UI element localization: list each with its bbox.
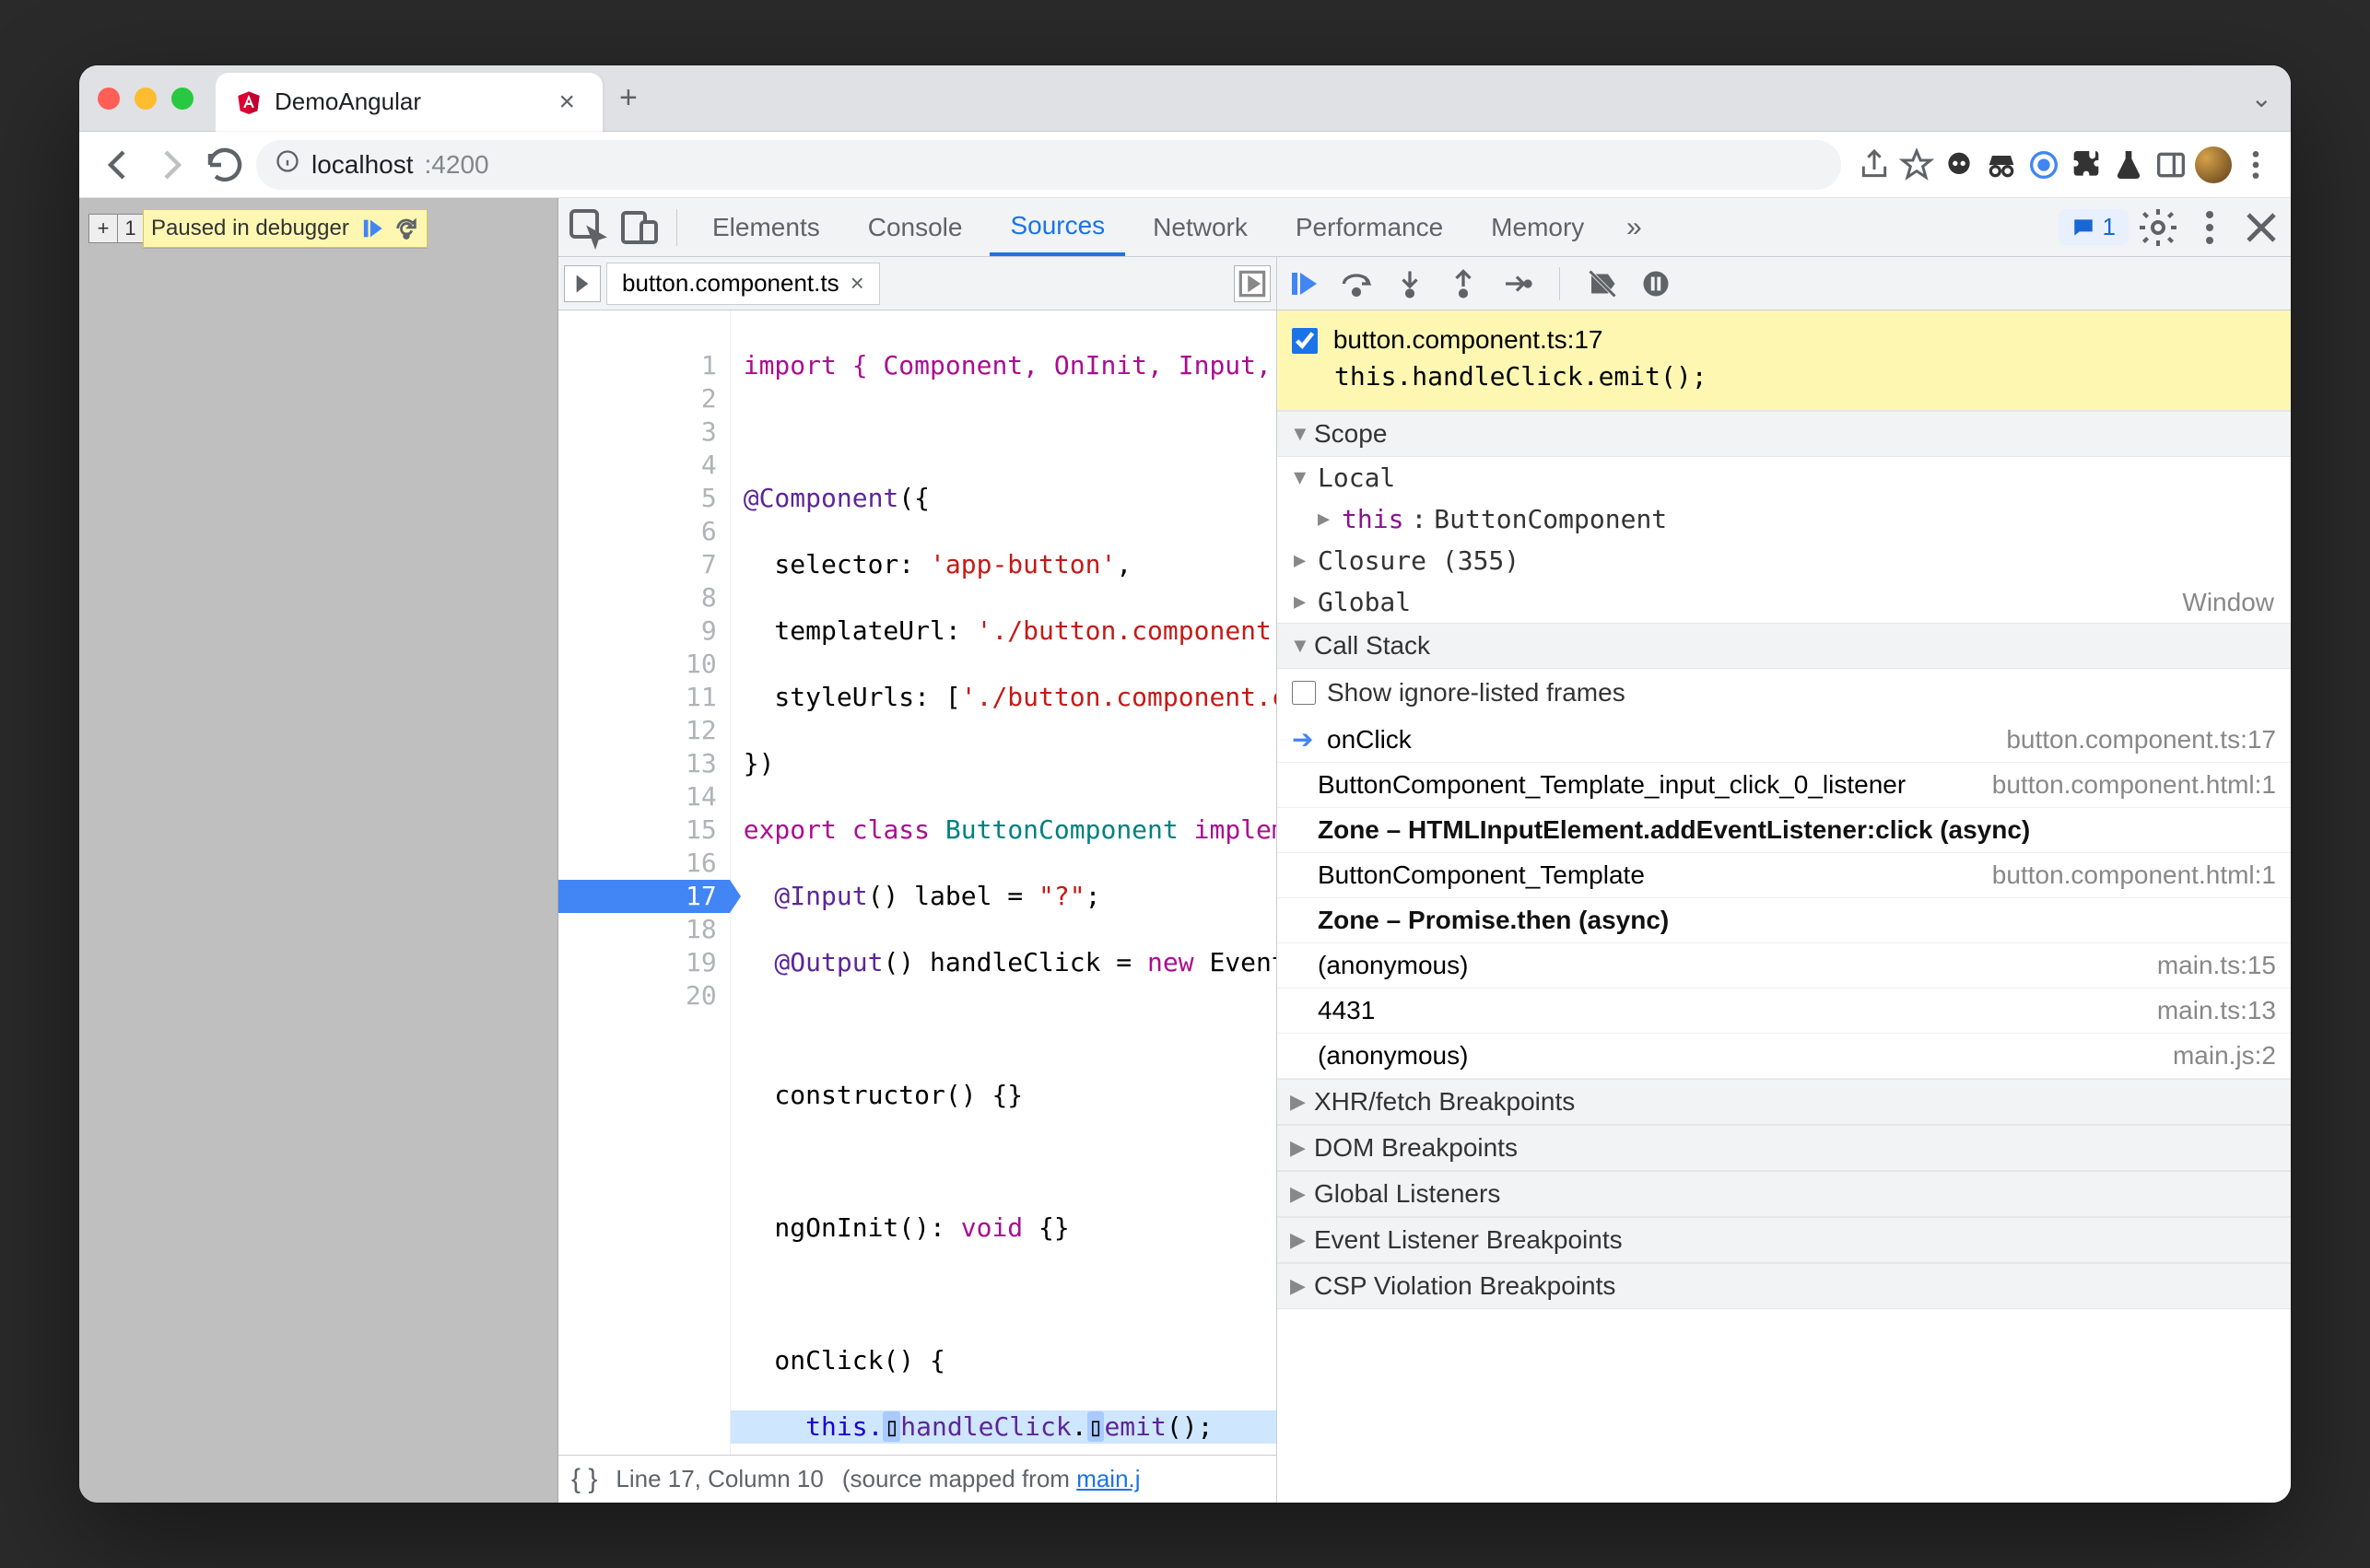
profile-avatar[interactable] xyxy=(2195,146,2232,183)
mapped-from: (source mapped from main.j xyxy=(842,1465,1141,1493)
extension-skull-icon[interactable] xyxy=(1941,146,1977,183)
show-ignored-checkbox[interactable]: Show ignore-listed frames xyxy=(1277,669,2291,717)
breakpoint-checkbox[interactable] xyxy=(1292,328,1318,354)
global-listeners-header[interactable]: ▶Global Listeners xyxy=(1277,1171,2291,1217)
tabs-menu-button[interactable]: ⌄ xyxy=(2251,83,2272,113)
close-window-button[interactable] xyxy=(98,88,120,110)
callstack-frame[interactable]: Zone – HTMLInputElement.addEventListener… xyxy=(1277,808,2291,853)
minimize-window-button[interactable] xyxy=(135,88,157,110)
step-mini-icon[interactable] xyxy=(393,216,419,241)
tab-performance[interactable]: Performance xyxy=(1275,198,1463,256)
address-bar[interactable]: localhost :4200 xyxy=(256,140,1841,190)
device-toggle-icon[interactable] xyxy=(617,205,662,250)
tab-title: DemoAngular xyxy=(275,88,538,116)
more-tabs-button[interactable]: » xyxy=(1612,205,1656,250)
new-tab-button[interactable]: + xyxy=(619,80,638,116)
extensions-puzzle-icon[interactable] xyxy=(2068,146,2105,183)
page-viewport: + 1 Paused in debugger xyxy=(79,198,558,1503)
dom-breakpoints-header[interactable]: ▶DOM Breakpoints xyxy=(1277,1125,2291,1171)
cursor-position: Line 17, Column 10 xyxy=(616,1465,823,1493)
paused-label: Paused in debugger xyxy=(151,216,349,241)
settings-gear-icon[interactable] xyxy=(2136,205,2180,250)
scope-header[interactable]: ▼Scope xyxy=(1277,411,2291,457)
csp-breakpoints-header[interactable]: ▶CSP Violation Breakpoints xyxy=(1277,1263,2291,1309)
browser-tab[interactable]: DemoAngular × xyxy=(216,73,603,132)
url-host: localhost xyxy=(311,150,414,180)
breakpoint-text: this.handleClick.emit(); xyxy=(1292,358,2276,395)
callstack-header[interactable]: ▼Call Stack xyxy=(1277,623,2291,669)
maximize-window-button[interactable] xyxy=(171,88,194,110)
tab-elements[interactable]: Elements xyxy=(692,198,840,256)
tab-close-button[interactable]: × xyxy=(551,85,582,120)
url-path: :4200 xyxy=(425,150,489,180)
debugger-pane: button.component.ts:17 this.handleClick.… xyxy=(1277,257,2291,1503)
devtools-tabbar: Elements Console Sources Network Perform… xyxy=(558,198,2291,257)
xhr-breakpoints-header[interactable]: ▶XHR/fetch Breakpoints xyxy=(1277,1079,2291,1125)
scope-global[interactable]: ▶GlobalWindow xyxy=(1277,581,2291,623)
add-button[interactable]: + xyxy=(88,214,118,243)
titlebar: DemoAngular × + ⌄ xyxy=(79,65,2291,132)
devtools-close-icon[interactable] xyxy=(2239,205,2283,250)
callstack-frame[interactable]: 4431main.ts:13 xyxy=(1277,989,2291,1034)
browser-toolbar: localhost :4200 xyxy=(79,132,2291,198)
resume-mini-icon[interactable] xyxy=(358,216,384,241)
share-icon[interactable] xyxy=(1856,146,1893,183)
event-listener-breakpoints-header[interactable]: ▶Event Listener Breakpoints xyxy=(1277,1217,2291,1263)
editor-file-tab[interactable]: button.component.ts × xyxy=(606,263,880,305)
issues-button[interactable]: 1 xyxy=(2059,209,2129,245)
pause-exceptions-button[interactable] xyxy=(1639,267,1672,300)
site-info-icon[interactable] xyxy=(275,148,300,181)
debugger-toggle-icon[interactable] xyxy=(1234,265,1271,302)
reload-button[interactable] xyxy=(203,143,247,187)
editor-pane: button.component.ts × 123456789101112131… xyxy=(558,257,1277,1503)
paused-overlay: Paused in debugger xyxy=(143,209,428,248)
issues-count: 1 xyxy=(2103,213,2116,241)
callstack-frame[interactable]: ButtonComponent_Template_input_click_0_l… xyxy=(1277,763,2291,808)
debugger-toolbar xyxy=(1277,257,2291,310)
back-button[interactable] xyxy=(96,143,140,187)
navigator-toggle-icon[interactable] xyxy=(564,265,601,302)
callstack-frame[interactable]: Zone – Promise.then (async) xyxy=(1277,898,2291,943)
browser-window: DemoAngular × + ⌄ localhost :4200 xyxy=(79,65,2291,1503)
callstack-frame[interactable]: (anonymous)main.ts:15 xyxy=(1277,943,2291,989)
tab-console[interactable]: Console xyxy=(848,198,983,256)
step-out-button[interactable] xyxy=(1447,267,1480,300)
resume-button[interactable] xyxy=(1286,267,1320,300)
forward-button[interactable] xyxy=(149,143,194,187)
tab-memory[interactable]: Memory xyxy=(1471,198,1604,256)
pretty-print-icon[interactable]: { } xyxy=(571,1464,597,1495)
extension-eye-icon[interactable] xyxy=(2025,146,2062,183)
scope-closure[interactable]: ▶Closure (355) xyxy=(1277,540,2291,581)
counter-button[interactable]: 1 xyxy=(118,214,144,243)
breakpoint-hit: button.component.ts:17 this.handleClick.… xyxy=(1277,310,2291,411)
angular-icon xyxy=(236,89,262,115)
editor-tab-close-icon[interactable]: × xyxy=(851,269,864,298)
step-over-button[interactable] xyxy=(1340,267,1373,300)
scope-this[interactable]: ▶this: ButtonComponent xyxy=(1277,498,2291,540)
devtools-menu-icon[interactable] xyxy=(2188,205,2232,250)
bookmark-star-icon[interactable] xyxy=(1898,146,1935,183)
breakpoint-file[interactable]: button.component.ts:17 xyxy=(1333,325,1603,354)
devtools: Elements Console Sources Network Perform… xyxy=(558,198,2291,1503)
tab-sources[interactable]: Sources xyxy=(990,198,1125,256)
deactivate-breakpoints-button[interactable] xyxy=(1586,267,1619,300)
scope-local-header[interactable]: ▼Local xyxy=(1277,457,2291,498)
callstack-frame[interactable]: ButtonComponent_Templatebutton.component… xyxy=(1277,853,2291,898)
side-panel-icon[interactable] xyxy=(2153,146,2189,183)
browser-menu-button[interactable] xyxy=(2237,146,2274,183)
code-editor[interactable]: 1234567891011121314151617181920 import {… xyxy=(558,310,1276,1455)
inspect-element-icon[interactable] xyxy=(566,205,610,250)
tab-network[interactable]: Network xyxy=(1132,198,1268,256)
extension-flask-icon[interactable] xyxy=(2110,146,2147,183)
editor-filename: button.component.ts xyxy=(622,269,839,298)
step-into-button[interactable] xyxy=(1393,267,1426,300)
step-button[interactable] xyxy=(1500,267,1533,300)
callstack-frame[interactable]: ➔onClickbutton.component.ts:17 xyxy=(1277,717,2291,763)
window-controls xyxy=(98,88,194,110)
extension-incognito-icon[interactable] xyxy=(1983,146,2020,183)
callstack-frame[interactable]: (anonymous)main.js:2 xyxy=(1277,1034,2291,1079)
editor-statusbar: { } Line 17, Column 10 (source mapped fr… xyxy=(558,1455,1276,1503)
